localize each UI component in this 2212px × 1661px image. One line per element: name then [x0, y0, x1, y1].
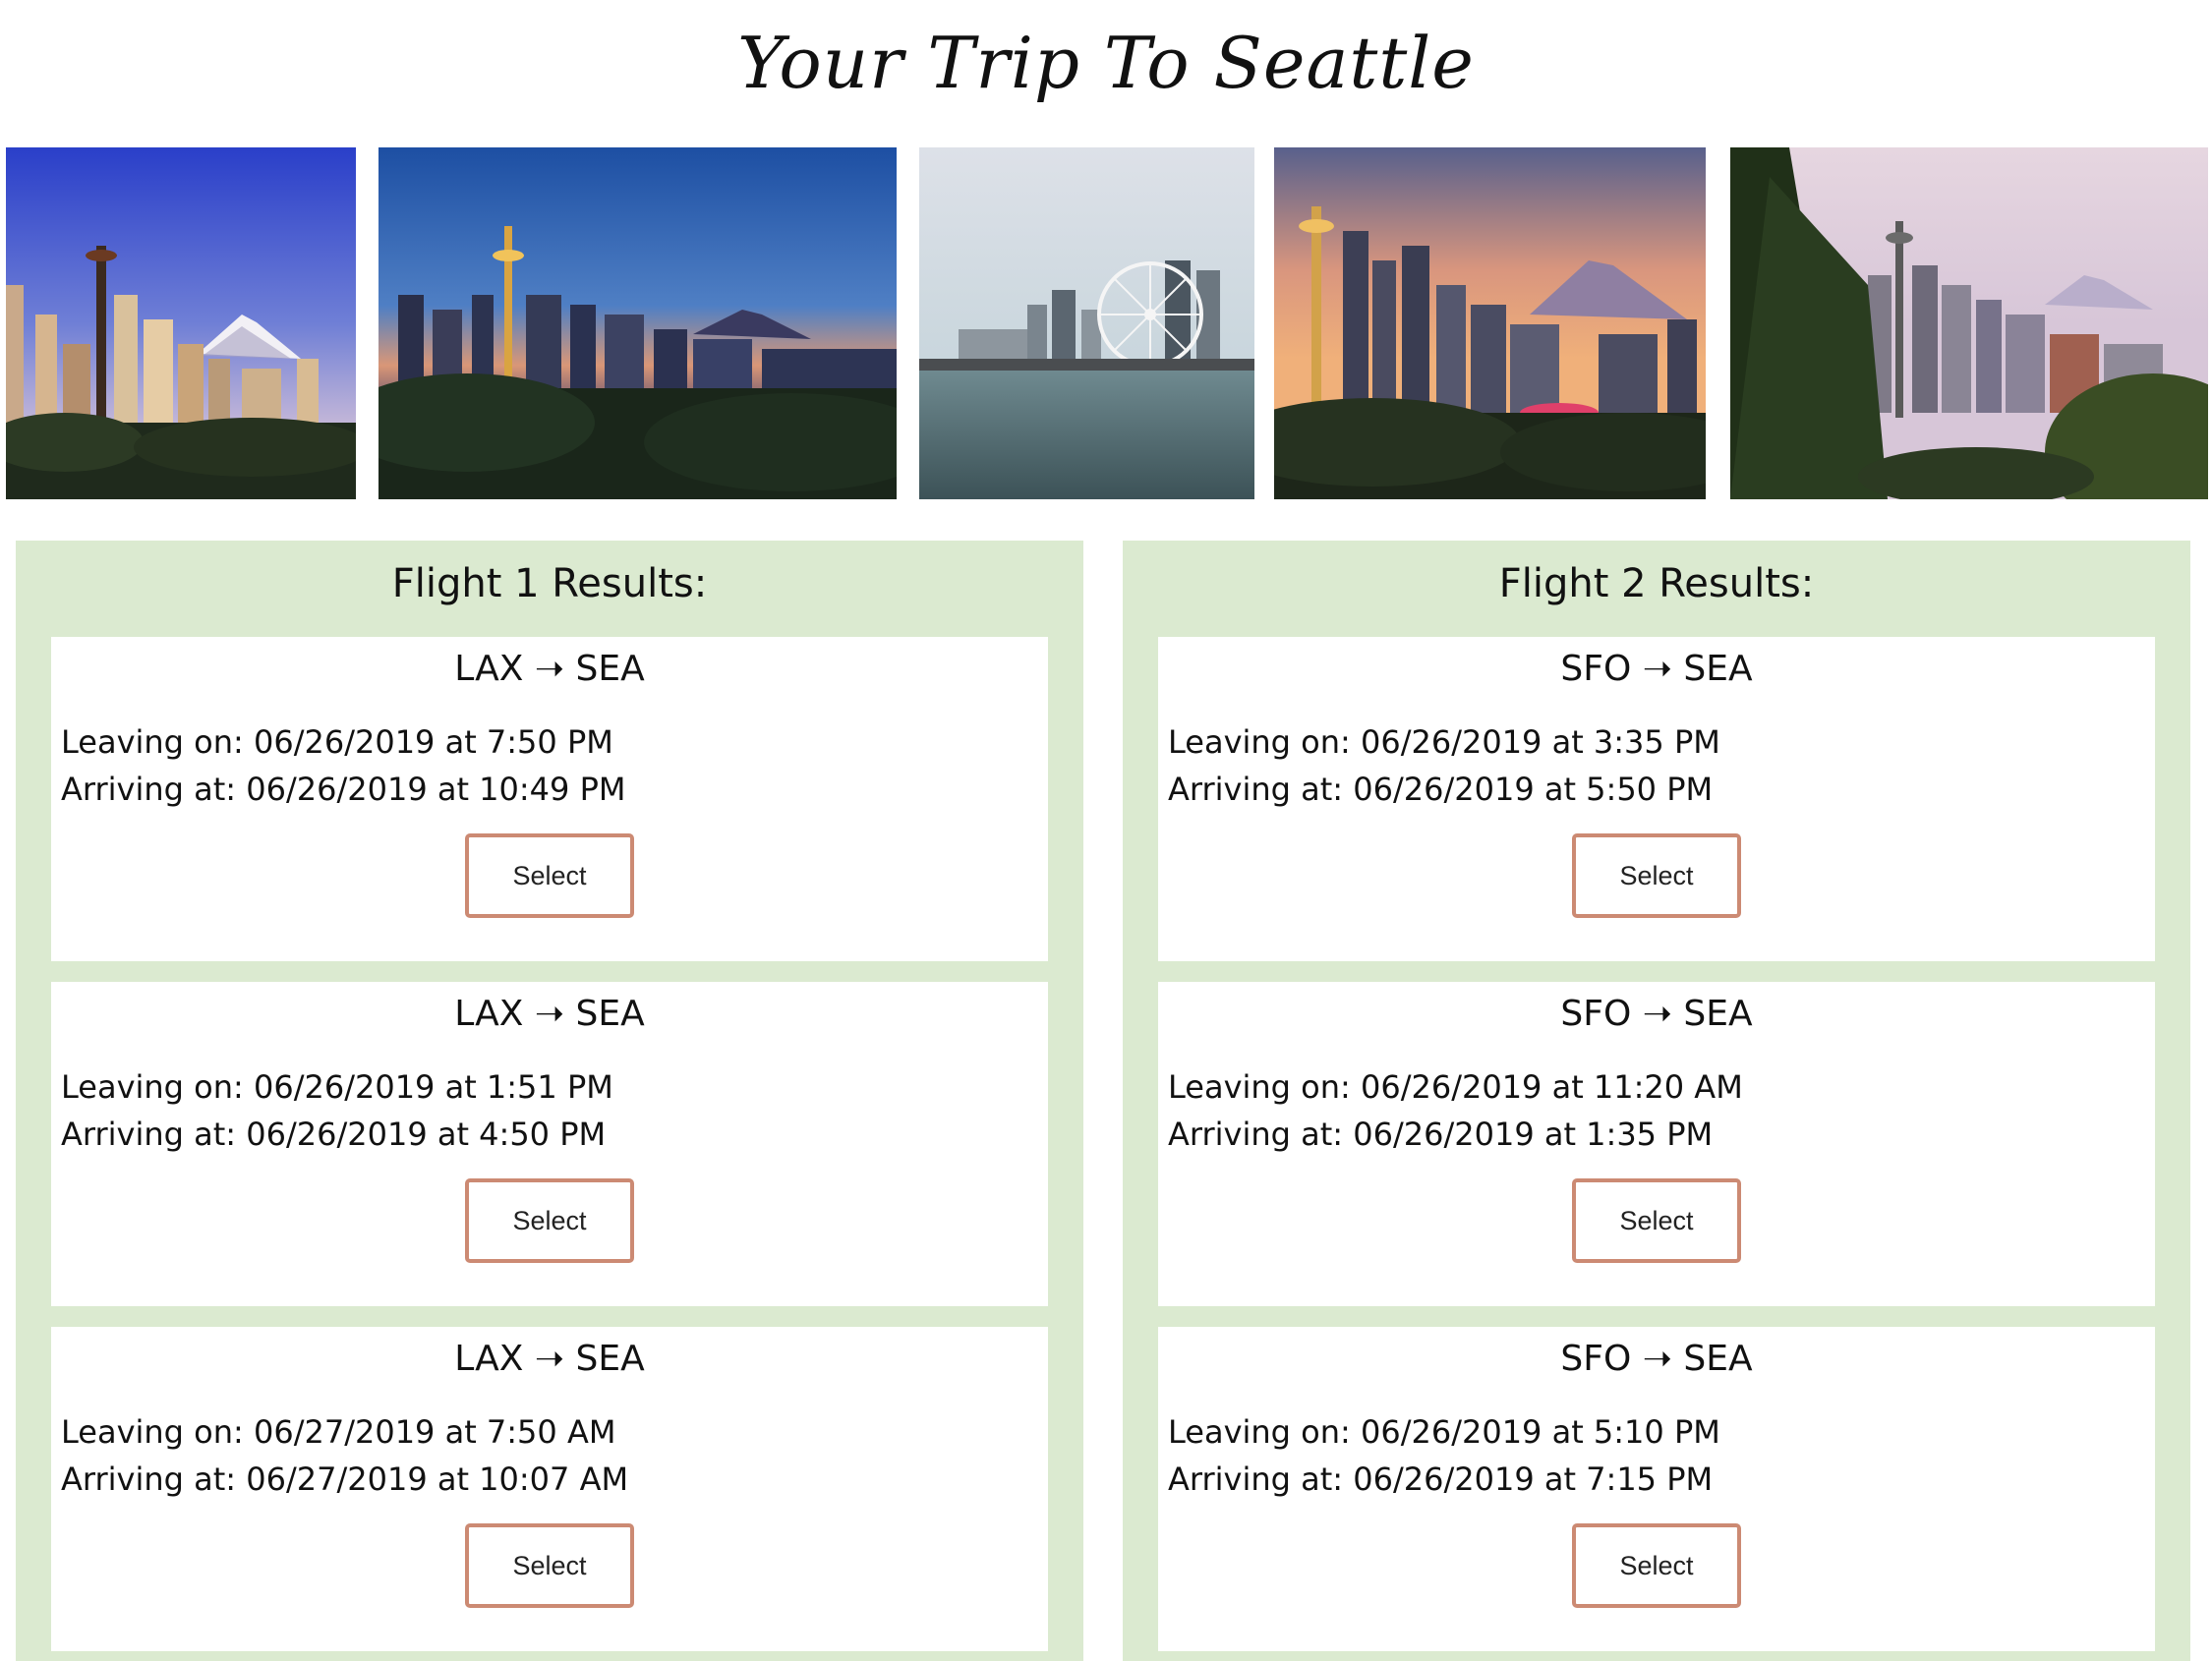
- select-button[interactable]: Select: [1572, 1178, 1741, 1263]
- seattle-skyline-blue-sky-photo: [6, 147, 356, 499]
- departure-time: Leaving on: 06/26/2019 at 3:35 PM: [1168, 723, 1720, 761]
- arrival-time: Arriving at: 06/26/2019 at 7:15 PM: [1168, 1461, 1714, 1498]
- select-button[interactable]: Select: [1572, 1523, 1741, 1608]
- arrival-time: Arriving at: 06/27/2019 at 10:07 AM: [61, 1461, 629, 1498]
- flight-1-results-panel: Flight 1 Results: LAX ➝ SEA Leaving on: …: [16, 541, 1083, 1661]
- route-label: LAX ➝ SEA: [454, 994, 645, 1034]
- arrival-time: Arriving at: 06/26/2019 at 1:35 PM: [1168, 1116, 1714, 1153]
- departure-time: Leaving on: 06/26/2019 at 7:50 PM: [61, 723, 613, 761]
- seattle-skyline-dusk-photo: [378, 147, 897, 499]
- route-label: SFO ➝ SEA: [1560, 649, 1753, 689]
- arrival-time: Arriving at: 06/26/2019 at 10:49 PM: [61, 771, 626, 808]
- select-button[interactable]: Select: [1572, 833, 1741, 918]
- arrival-time: Arriving at: 06/26/2019 at 4:50 PM: [61, 1116, 607, 1153]
- flight-result-card: LAX ➝ SEA Leaving on: 06/26/2019 at 1:51…: [51, 982, 1048, 1306]
- arrival-time: Arriving at: 06/26/2019 at 5:50 PM: [1168, 771, 1714, 808]
- flight-1-heading: Flight 1 Results:: [391, 561, 708, 606]
- flight-result-card: SFO ➝ SEA Leaving on: 06/26/2019 at 5:10…: [1158, 1327, 2155, 1651]
- departure-time: Leaving on: 06/26/2019 at 5:10 PM: [1168, 1413, 1720, 1451]
- route-label: LAX ➝ SEA: [454, 649, 645, 689]
- seattle-skyline-trees-photo: [1730, 147, 2208, 499]
- seattle-skyline-sunset-photo: [1274, 147, 1706, 499]
- flight-2-results-panel: Flight 2 Results: SFO ➝ SEA Leaving on: …: [1123, 541, 2190, 1661]
- route-label: SFO ➝ SEA: [1560, 994, 1753, 1034]
- seattle-waterfront-ferris-wheel-photo: [919, 147, 1254, 499]
- flight-2-heading: Flight 2 Results:: [1498, 561, 1815, 606]
- flight-result-card: LAX ➝ SEA Leaving on: 06/26/2019 at 7:50…: [51, 637, 1048, 961]
- route-label: SFO ➝ SEA: [1560, 1339, 1753, 1379]
- departure-time: Leaving on: 06/26/2019 at 1:51 PM: [61, 1068, 613, 1106]
- select-button[interactable]: Select: [465, 833, 634, 918]
- select-button[interactable]: Select: [465, 1178, 634, 1263]
- flight-result-card: SFO ➝ SEA Leaving on: 06/26/2019 at 11:2…: [1158, 982, 2155, 1306]
- departure-time: Leaving on: 06/26/2019 at 11:20 AM: [1168, 1068, 1743, 1106]
- select-button[interactable]: Select: [465, 1523, 634, 1608]
- route-label: LAX ➝ SEA: [454, 1339, 645, 1379]
- page-title: Your Trip To Seattle: [737, 22, 1475, 104]
- flight-result-card: SFO ➝ SEA Leaving on: 06/26/2019 at 3:35…: [1158, 637, 2155, 961]
- flight-result-card: LAX ➝ SEA Leaving on: 06/27/2019 at 7:50…: [51, 1327, 1048, 1651]
- departure-time: Leaving on: 06/27/2019 at 7:50 AM: [61, 1413, 616, 1451]
